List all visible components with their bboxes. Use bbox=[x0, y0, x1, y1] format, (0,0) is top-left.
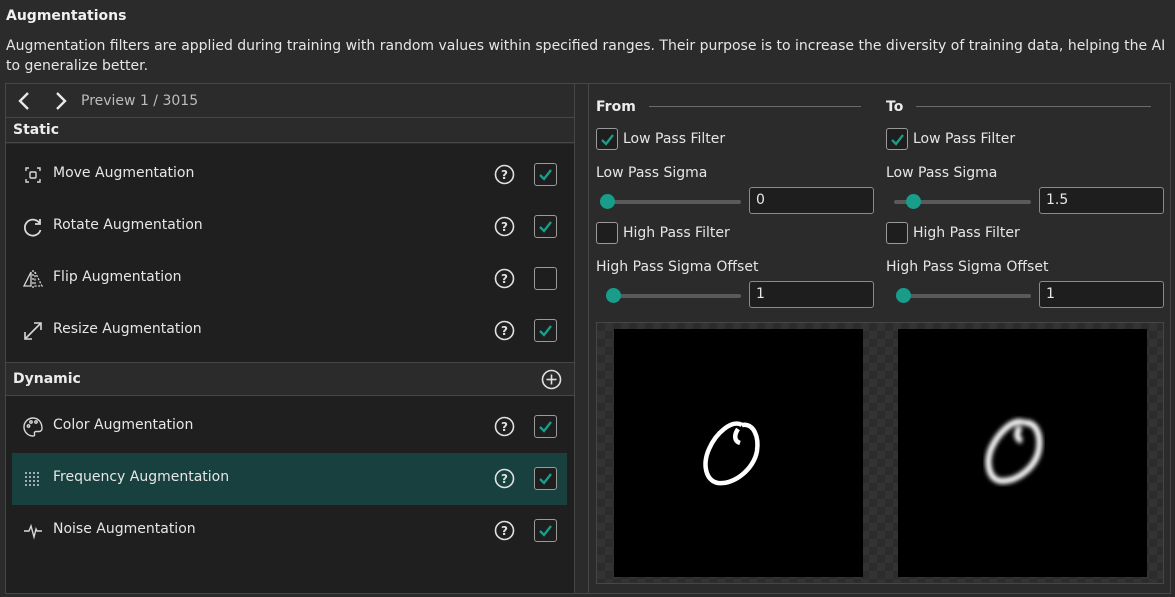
to-low-pass-sigma-slider[interactable] bbox=[894, 194, 1031, 210]
svg-text:?: ? bbox=[501, 168, 508, 182]
pane-splitter[interactable] bbox=[574, 84, 588, 593]
svg-text:?: ? bbox=[501, 272, 508, 286]
help-icon[interactable]: ? bbox=[494, 416, 515, 437]
from-high-pass-sigma-offset-slider[interactable] bbox=[606, 288, 741, 304]
from-high-pass-sigma-offset-label: High Pass Sigma Offset bbox=[596, 259, 759, 275]
to-low-pass-sigma-input[interactable]: 1.5 bbox=[1039, 187, 1164, 214]
frequency-augmentation-row[interactable]: Frequency Augmentation ? bbox=[12, 453, 567, 505]
resize-icon bbox=[22, 320, 44, 342]
from-high-pass-checkbox[interactable] bbox=[596, 222, 618, 244]
static-section-body: Move Augmentation ? Rotate Augmentation … bbox=[6, 144, 574, 362]
preview-navigation: Preview 1 / 3015 bbox=[6, 84, 574, 118]
enable-checkbox[interactable] bbox=[534, 467, 557, 490]
to-low-pass-checkbox[interactable] bbox=[886, 128, 908, 150]
chevron-left-icon[interactable] bbox=[15, 90, 35, 112]
slider-thumb[interactable] bbox=[606, 288, 621, 303]
flip-augmentation-row[interactable]: Flip Augmentation ? bbox=[12, 253, 567, 305]
color-augmentation-row[interactable]: Color Augmentation ? bbox=[12, 401, 567, 453]
svg-text:?: ? bbox=[501, 524, 508, 538]
header-title: Augmentations bbox=[6, 8, 127, 24]
help-icon[interactable]: ? bbox=[494, 164, 515, 185]
row-label: Frequency Augmentation bbox=[53, 469, 230, 485]
pulse-icon bbox=[22, 520, 44, 542]
to-high-pass-sigma-offset-label: High Pass Sigma Offset bbox=[886, 259, 1049, 275]
chevron-right-icon[interactable] bbox=[50, 90, 70, 112]
palette-icon bbox=[22, 416, 44, 438]
from-column-title: From bbox=[596, 99, 636, 115]
slider-thumb[interactable] bbox=[600, 194, 615, 209]
svg-text:?: ? bbox=[501, 220, 508, 234]
static-section-title: Static bbox=[13, 122, 60, 138]
move-augmentation-row[interactable]: Move Augmentation ? bbox=[12, 149, 567, 201]
header-description: Augmentation filters are applied during … bbox=[6, 38, 1166, 74]
static-section-header: Static bbox=[6, 119, 574, 143]
enable-checkbox[interactable] bbox=[534, 163, 557, 186]
from-high-pass-filter[interactable]: High Pass Filter bbox=[596, 222, 796, 246]
to-high-pass-checkbox[interactable] bbox=[886, 222, 908, 244]
resize-augmentation-row[interactable]: Resize Augmentation ? bbox=[12, 305, 567, 357]
to-divider bbox=[916, 106, 1151, 107]
enable-checkbox[interactable] bbox=[534, 215, 557, 238]
to-high-pass-label: High Pass Filter bbox=[913, 225, 1020, 241]
row-label: Rotate Augmentation bbox=[53, 217, 203, 233]
help-icon[interactable]: ? bbox=[494, 216, 515, 237]
slider-thumb[interactable] bbox=[896, 288, 911, 303]
slider-thumb[interactable] bbox=[906, 194, 921, 209]
slider-track bbox=[896, 294, 1031, 298]
to-low-pass-filter[interactable]: Low Pass Filter bbox=[886, 128, 1086, 152]
from-low-pass-filter[interactable]: Low Pass Filter bbox=[596, 128, 796, 152]
to-high-pass-sigma-offset-input[interactable]: 1 bbox=[1039, 281, 1164, 308]
svg-text:?: ? bbox=[501, 472, 508, 486]
enable-checkbox[interactable] bbox=[534, 267, 557, 290]
rotate-augmentation-row[interactable]: Rotate Augmentation ? bbox=[12, 201, 567, 253]
dots-grid-icon bbox=[22, 468, 44, 490]
to-high-pass-filter[interactable]: High Pass Filter bbox=[886, 222, 1086, 246]
enable-checkbox[interactable] bbox=[534, 519, 557, 542]
preview-image-from bbox=[614, 329, 863, 577]
help-icon[interactable]: ? bbox=[494, 520, 515, 541]
preview-counter: Preview 1 / 3015 bbox=[81, 93, 199, 109]
help-icon[interactable]: ? bbox=[494, 320, 515, 341]
augmentation-list-pane: Preview 1 / 3015 Static Move Augmentatio… bbox=[6, 84, 574, 593]
frequency-settings-pane: From Low Pass Filter Low Pass Sigma 0 Hi… bbox=[588, 84, 1170, 593]
dynamic-section-header: Dynamic bbox=[6, 362, 574, 396]
svg-text:?: ? bbox=[501, 324, 508, 338]
from-low-pass-sigma-input[interactable]: 0 bbox=[749, 187, 874, 214]
augmentation-preview-area bbox=[596, 322, 1164, 584]
from-low-pass-sigma-slider[interactable] bbox=[600, 194, 741, 210]
from-low-pass-checkbox[interactable] bbox=[596, 128, 618, 150]
from-low-pass-label: Low Pass Filter bbox=[623, 131, 726, 147]
row-label: Color Augmentation bbox=[53, 417, 194, 433]
add-circle-icon[interactable] bbox=[541, 369, 562, 390]
dynamic-section-title: Dynamic bbox=[13, 371, 81, 387]
row-label: Flip Augmentation bbox=[53, 269, 182, 285]
augmentations-panel: Preview 1 / 3015 Static Move Augmentatio… bbox=[5, 83, 1171, 594]
flip-icon bbox=[22, 268, 44, 290]
row-label: Noise Augmentation bbox=[53, 521, 196, 537]
dynamic-section-body: Color Augmentation ? Frequency Augmentat… bbox=[6, 396, 574, 593]
to-column-title: To bbox=[886, 99, 904, 115]
help-icon[interactable]: ? bbox=[494, 268, 515, 289]
to-low-pass-label: Low Pass Filter bbox=[913, 131, 1016, 147]
to-high-pass-sigma-offset-slider[interactable] bbox=[896, 288, 1031, 304]
enable-checkbox[interactable] bbox=[534, 319, 557, 342]
help-icon[interactable]: ? bbox=[494, 468, 515, 489]
slider-track bbox=[606, 294, 741, 298]
from-high-pass-sigma-offset-input[interactable]: 1 bbox=[749, 281, 874, 308]
rotate-icon bbox=[22, 216, 44, 238]
preview-image-to bbox=[898, 329, 1147, 577]
enable-checkbox[interactable] bbox=[534, 415, 557, 438]
row-label: Move Augmentation bbox=[53, 165, 195, 181]
move-icon bbox=[22, 164, 44, 186]
to-low-pass-sigma-label: Low Pass Sigma bbox=[886, 165, 998, 181]
from-divider bbox=[649, 106, 861, 107]
row-label: Resize Augmentation bbox=[53, 321, 202, 337]
svg-text:?: ? bbox=[501, 420, 508, 434]
from-high-pass-label: High Pass Filter bbox=[623, 225, 730, 241]
from-low-pass-sigma-label: Low Pass Sigma bbox=[596, 165, 708, 181]
slider-track bbox=[600, 200, 741, 204]
noise-augmentation-row[interactable]: Noise Augmentation ? bbox=[12, 505, 567, 557]
